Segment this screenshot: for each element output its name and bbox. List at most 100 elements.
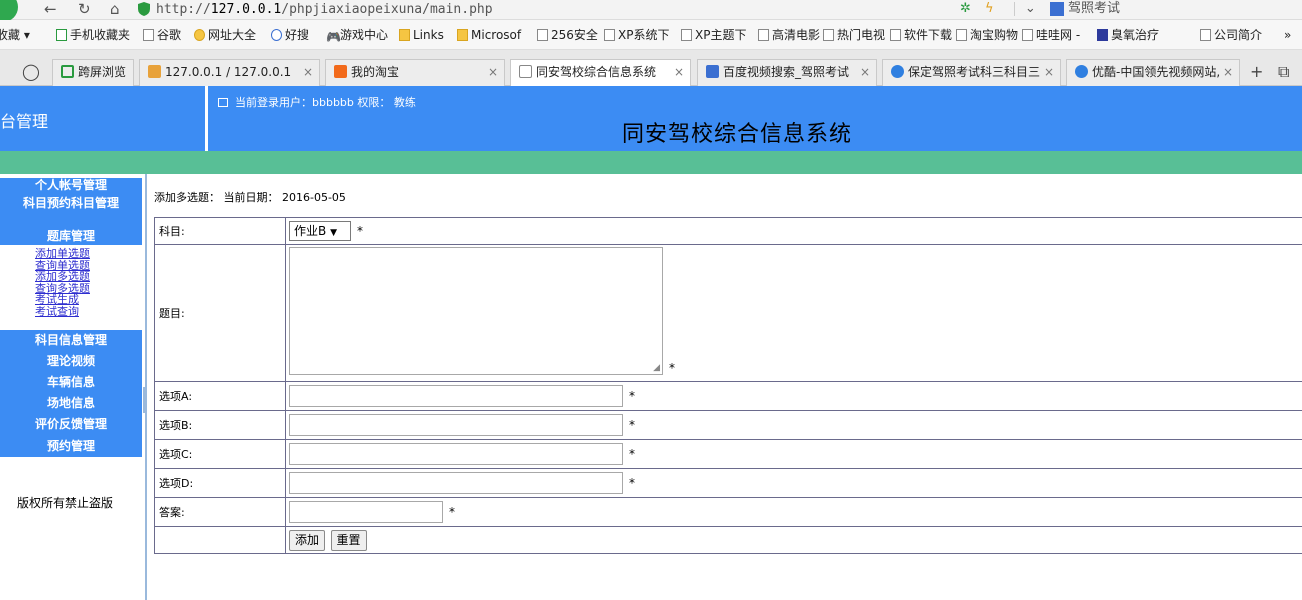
address-bar-tools: ✲ ϟ ⌄ 驾照考试 bbox=[960, 0, 1120, 20]
bookmark-item[interactable]: 公司简介 bbox=[1200, 20, 1262, 49]
option-d-input[interactable] bbox=[289, 472, 623, 494]
tab-taobao[interactable]: 我的淘宝 × bbox=[325, 59, 505, 86]
bookmark-item[interactable]: Links bbox=[399, 20, 444, 49]
search-icon bbox=[271, 29, 282, 41]
subject-label: 科目: bbox=[154, 217, 286, 245]
question-textarea[interactable]: ◢ bbox=[289, 247, 663, 375]
link-exam-generate[interactable]: 考试生成 bbox=[35, 294, 142, 306]
search-engine-icon[interactable] bbox=[1049, 1, 1064, 16]
tab-history-icon[interactable]: ◯ bbox=[22, 59, 40, 85]
bookmark-item[interactable]: 256安全 bbox=[537, 20, 598, 49]
pma-icon bbox=[148, 65, 161, 78]
answer-label: 答案: bbox=[154, 497, 286, 527]
resize-grip-icon[interactable]: ◢ bbox=[653, 364, 660, 373]
new-tab-icon[interactable]: + bbox=[1250, 59, 1263, 85]
back-icon[interactable]: ← bbox=[44, 0, 57, 18]
date-label: 当前日期： bbox=[223, 191, 279, 204]
tab-system[interactable]: 同安驾校综合信息系统 × bbox=[510, 59, 691, 87]
sidebar-item-feedback[interactable]: 评价反馈管理 bbox=[0, 414, 142, 435]
sidebar-item-question-bank[interactable]: 题库管理 bbox=[0, 228, 142, 245]
site-icon bbox=[194, 29, 205, 41]
page-icon bbox=[956, 29, 967, 41]
system-title: 同安驾校综合信息系统 bbox=[622, 122, 853, 147]
bookmark-item[interactable]: 好搜 bbox=[271, 20, 309, 49]
option-a-input[interactable] bbox=[289, 385, 623, 407]
reset-button[interactable]: 重置 bbox=[330, 529, 367, 551]
phone-icon bbox=[61, 65, 74, 78]
tab-cross-screen[interactable]: 跨屏浏览 bbox=[52, 59, 134, 86]
bookmark-item[interactable]: 臭氧治疗 bbox=[1097, 20, 1159, 49]
close-icon[interactable]: × bbox=[1223, 60, 1233, 85]
subject-select[interactable]: 作业B ▼ bbox=[289, 221, 351, 241]
page-icon bbox=[758, 29, 769, 41]
sidebar: 个人帐号管理 科目预约科目管理 题库管理 添加单选题 查询单选题 添加多选题 查… bbox=[0, 174, 147, 600]
refresh-icon[interactable]: ↻ bbox=[78, 0, 91, 18]
tab-phpmyadmin[interactable]: 127.0.0.1 / 127.0.0.1 × bbox=[139, 59, 320, 86]
page-info: 添加多选题： 当前日期： 2016-05-05 bbox=[154, 189, 346, 205]
link-add-single[interactable]: 添加单选题 bbox=[35, 248, 142, 260]
page-icon bbox=[1022, 29, 1033, 41]
sidebar-item-vehicle[interactable]: 车辆信息 bbox=[0, 372, 142, 393]
bookmark-item[interactable]: 淘宝购物 bbox=[956, 20, 1018, 49]
app-header: 台管理 当前登录用户：bbbbbb 权限： 教练 同安驾校综合信息系统 bbox=[0, 86, 1302, 151]
url-field[interactable]: http://127.0.0.1/phpjiaxiaopeixuna/main.… bbox=[156, 1, 493, 18]
sidebar-item-subject-info[interactable]: 科目信息管理 bbox=[0, 330, 142, 351]
folder-icon bbox=[457, 29, 468, 41]
page-icon bbox=[681, 29, 692, 41]
option-b-input[interactable] bbox=[289, 414, 623, 436]
page-icon bbox=[604, 29, 615, 41]
bookmarks-bar: 收藏 ▾ 手机收藏夹 谷歌 网址大全 好搜 🎮游戏中心 Links Micros… bbox=[0, 20, 1302, 50]
sidebar-item-theory-video[interactable]: 理论视频 bbox=[0, 351, 142, 372]
dropdown-arrow-icon[interactable]: ⌄ bbox=[1025, 0, 1036, 18]
sidebar-item-account[interactable]: 个人帐号管理 bbox=[0, 178, 142, 193]
tab-youku[interactable]: 优酷-中国领先视频网站, × bbox=[1066, 59, 1240, 86]
sidebar-item-field[interactable]: 场地信息 bbox=[0, 393, 142, 414]
lightning-icon[interactable]: ϟ bbox=[985, 0, 994, 18]
option-c-label: 选项C: bbox=[154, 439, 286, 469]
answer-input[interactable] bbox=[289, 501, 443, 523]
play-icon bbox=[1075, 65, 1088, 78]
bookmark-item[interactable]: XP主题下 bbox=[681, 20, 746, 49]
bookmark-item[interactable]: 哇哇网 - bbox=[1022, 20, 1080, 49]
bookmark-item[interactable]: 手机收藏夹 bbox=[56, 20, 130, 49]
close-icon[interactable]: × bbox=[488, 60, 498, 85]
tab-restore-icon[interactable]: ⧉ bbox=[1278, 59, 1289, 85]
bookmarks-more[interactable]: » bbox=[1284, 20, 1291, 49]
bookmark-item[interactable]: 高清电影 bbox=[758, 20, 820, 49]
page-icon bbox=[890, 29, 901, 41]
bookmark-item[interactable]: Microsof bbox=[457, 20, 521, 49]
tab-baoding[interactable]: 保定驾照考试科三科目三 × bbox=[882, 59, 1061, 86]
link-exam-query[interactable]: 考试查询 bbox=[35, 305, 142, 318]
sidebar-item-subject-booking[interactable]: 科目预约科目管理 bbox=[0, 193, 142, 228]
search-box[interactable]: 驾照考试 bbox=[1068, 1, 1120, 16]
bookmark-item[interactable]: XP系统下 bbox=[604, 20, 669, 49]
page-icon bbox=[143, 29, 154, 41]
submit-button[interactable]: 添加 bbox=[289, 529, 326, 551]
page-icon bbox=[537, 29, 548, 41]
page-label: 添加多选题： bbox=[154, 191, 220, 204]
home-icon[interactable]: ⌂ bbox=[110, 0, 120, 18]
taobao-icon bbox=[334, 65, 347, 78]
sidebar-item-booking[interactable]: 预约管理 bbox=[0, 435, 142, 457]
tab-baidu-video[interactable]: 百度视频搜索_驾照考试 × bbox=[697, 59, 877, 86]
bookmark-item[interactable]: 软件下载 bbox=[890, 20, 952, 49]
user-icon bbox=[218, 98, 228, 107]
admin-title: 台管理 bbox=[0, 112, 49, 131]
close-icon[interactable]: × bbox=[674, 60, 684, 85]
close-icon[interactable]: × bbox=[860, 60, 870, 85]
bookmark-item[interactable]: 网址大全 bbox=[194, 20, 256, 49]
header-accent-bar bbox=[0, 151, 1302, 174]
option-c-input[interactable] bbox=[289, 443, 623, 465]
phone-icon bbox=[56, 29, 67, 41]
close-icon[interactable]: × bbox=[1044, 60, 1054, 85]
browser-address-bar: ← ↻ ⌂ http://127.0.0.1/phpjiaxiaopeixuna… bbox=[0, 0, 1302, 22]
bookmark-item[interactable]: 收藏 ▾ bbox=[0, 20, 30, 49]
bookmark-item[interactable]: 热门电视 bbox=[823, 20, 885, 49]
bookmark-item[interactable]: 🎮游戏中心 bbox=[326, 20, 388, 49]
bookmark-item[interactable]: 谷歌 bbox=[143, 20, 181, 49]
gamepad-icon: 🎮 bbox=[326, 30, 341, 44]
speed-icon[interactable]: ✲ bbox=[960, 0, 971, 18]
question-bank-submenu: 添加单选题 查询单选题 添加多选题 查询多选题 考试生成 考试查询 bbox=[35, 248, 142, 317]
close-icon[interactable]: × bbox=[303, 60, 313, 85]
link-add-multi[interactable]: 添加多选题 bbox=[35, 271, 142, 283]
